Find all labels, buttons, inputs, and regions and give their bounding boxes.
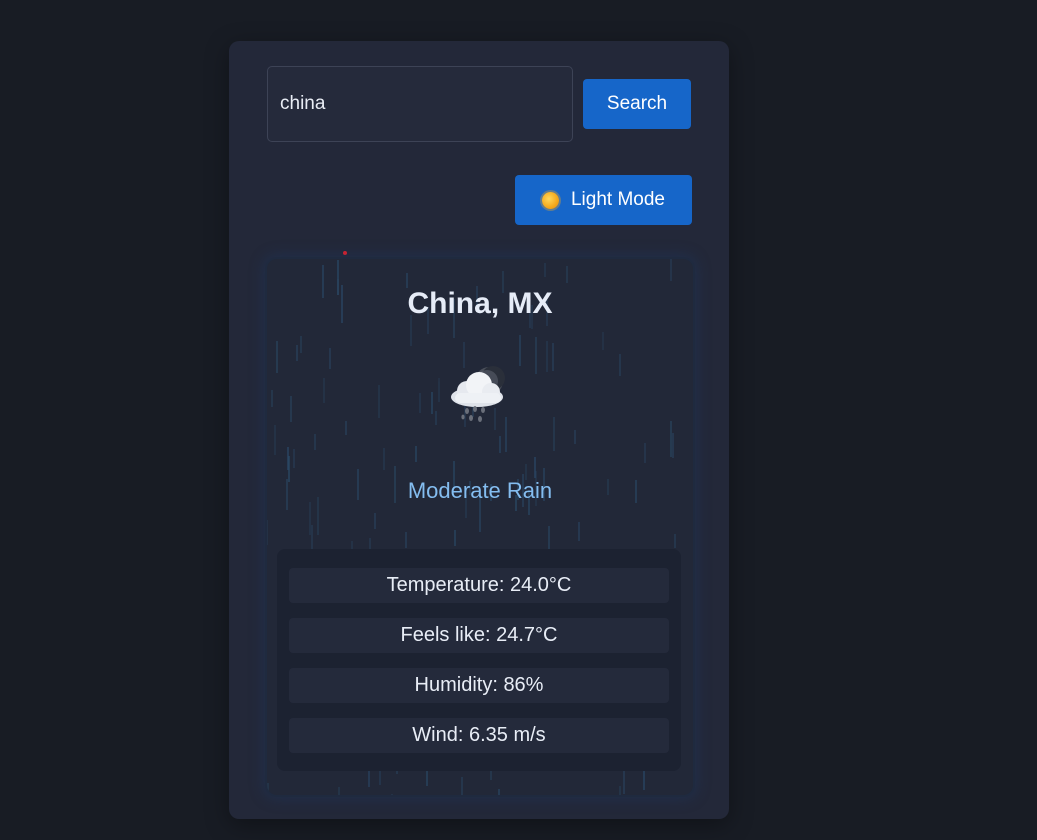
feels-like-row: Feels like: 24.7°C: [289, 618, 669, 653]
cloud-moon-rain-icon: [451, 366, 505, 422]
temperature-row: Temperature: 24.0°C: [289, 568, 669, 603]
sun-icon: [541, 191, 559, 209]
humidity-row: Humidity: 86%: [289, 668, 669, 703]
search-bar: Search: [267, 66, 691, 142]
city-name: China, MX: [407, 287, 553, 320]
weather-details-panel: Temperature: 24.0°C Feels like: 24.7°C H…: [277, 549, 681, 771]
weather-card: China, MX Moderate Rain Temperature: 24.…: [267, 259, 693, 795]
light-mode-label: Light Mode: [570, 189, 665, 210]
light-mode-toggle-button[interactable]: Light Mode: [515, 175, 692, 225]
weather-condition: Moderate Rain: [407, 478, 553, 503]
wind-row: Wind: 6.35 m/s: [289, 718, 669, 753]
weather-app-panel: Search Light Mode China, MX: [229, 41, 729, 819]
cursor-dot: [343, 251, 347, 255]
city-search-input[interactable]: [267, 66, 573, 142]
search-button[interactable]: Search: [583, 79, 691, 129]
